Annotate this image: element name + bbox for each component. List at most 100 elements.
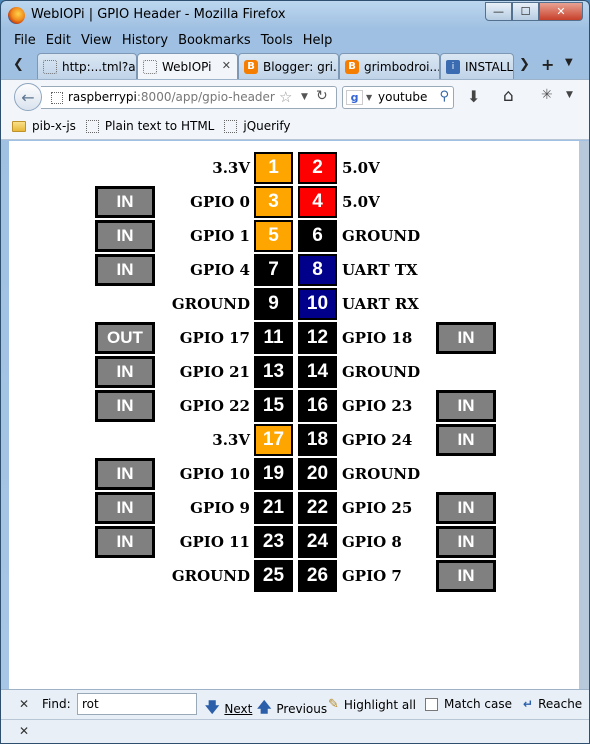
header-pin[interactable]: 13 — [254, 356, 293, 388]
header-pin[interactable]: 21 — [254, 492, 293, 524]
pin-label-right: UART RX — [342, 295, 419, 313]
window-title: WebIOPi | GPIO Header - Mozilla Firefox — [31, 7, 286, 22]
menu-help[interactable]: Help — [298, 31, 338, 50]
tab-1[interactable]: http:...tml?a — [37, 53, 137, 79]
header-pin[interactable]: 4 — [298, 186, 337, 218]
url-text[interactable]: raspberrypi:8000/app/gpio-header — [68, 90, 275, 104]
tab-label: http:...tml?a — [62, 59, 136, 74]
pin-label-right: GROUND — [342, 227, 421, 245]
menu-file[interactable]: File — [9, 31, 41, 50]
header-pin[interactable]: 22 — [298, 492, 337, 524]
header-pin[interactable]: 24 — [298, 526, 337, 558]
highlight-all-button[interactable]: ✎ Highlight all — [328, 697, 416, 712]
highlight-all-label: Highlight all — [343, 697, 416, 712]
bookmark-plain-text-to-html[interactable]: Plain text to HTML — [85, 119, 214, 133]
header-pin[interactable]: 14 — [298, 356, 337, 388]
tab-scroll-right-icon[interactable]: ❯ — [519, 57, 530, 72]
header-pin[interactable]: 15 — [254, 390, 293, 422]
tab-close-icon[interactable]: ✕ — [222, 59, 231, 72]
gpio-function-button-right[interactable]: IN — [436, 424, 496, 456]
download-icon[interactable]: ⬇ — [467, 87, 480, 106]
wrap-icon: ↵ — [523, 697, 534, 711]
extension-icon[interactable]: ✳ — [541, 87, 553, 103]
gpio-function-button-right[interactable]: IN — [436, 492, 496, 524]
pin-label-right: UART TX — [342, 261, 418, 279]
header-pin[interactable]: 19 — [254, 458, 293, 490]
header-pin[interactable]: 3 — [254, 186, 293, 218]
url-bar[interactable]: raspberrypi:8000/app/gpio-header ☆ ▼ ↻ — [41, 86, 337, 109]
gpio-function-button-right[interactable]: IN — [436, 390, 496, 422]
reload-icon[interactable]: ↻ — [316, 88, 328, 104]
pin-label-right: GROUND — [342, 465, 421, 483]
header-pin[interactable]: 2 — [298, 152, 337, 184]
find-status: ↵ Reache — [523, 697, 582, 711]
maximize-button[interactable]: ☐ — [512, 2, 539, 21]
minimize-button[interactable]: — — [485, 2, 512, 21]
menu-edit[interactable]: Edit — [41, 31, 76, 50]
window-edge — [579, 141, 589, 689]
close-window-button[interactable]: ✕ — [539, 2, 583, 21]
header-pin[interactable]: 6 — [298, 220, 337, 252]
header-pin[interactable]: 12 — [298, 322, 337, 354]
search-box[interactable]: g ▼ youtube r ⚲ — [342, 86, 454, 109]
header-pin[interactable]: 11 — [254, 322, 293, 354]
menu-history[interactable]: History — [117, 31, 173, 50]
tab-label: INSTALL - ... — [465, 59, 514, 74]
url-path: :8000/app/gpio-header — [136, 90, 275, 104]
search-input[interactable]: youtube r — [378, 90, 430, 104]
find-input[interactable] — [77, 693, 197, 715]
firefox-logo-icon — [8, 7, 25, 24]
menu-view[interactable]: View — [76, 31, 117, 50]
tab-scroll-left-icon[interactable]: ❮ — [13, 57, 24, 72]
header-pin[interactable]: 20 — [298, 458, 337, 490]
pin-label-right: 5.0V — [342, 159, 380, 177]
menu-tools[interactable]: Tools — [256, 31, 298, 50]
close-addon-bar-icon[interactable]: ✕ — [19, 724, 29, 738]
home-icon[interactable]: ⌂ — [503, 86, 514, 106]
search-magnifier-icon[interactable]: ⚲ — [439, 89, 449, 104]
header-pin[interactable]: 9 — [254, 288, 293, 320]
header-pin[interactable]: 7 — [254, 254, 293, 286]
tab-3[interactable]: B Blogger: gri... — [238, 53, 339, 79]
header-pin[interactable]: 1 — [254, 152, 293, 184]
google-icon[interactable]: g — [346, 90, 363, 105]
header-pin[interactable]: 10 — [298, 288, 337, 320]
bookmark-pib-x-js[interactable]: pib-x-js — [12, 119, 76, 133]
pin-label-left: GPIO 17 — [179, 329, 250, 347]
tab-strip: ❮ http:...tml?a WebIOPi ✕ B Blogger: gri… — [9, 53, 583, 80]
tab-2-active[interactable]: WebIOPi ✕ — [137, 53, 238, 80]
header-pin[interactable]: 23 — [254, 526, 293, 558]
menu-bookmarks[interactable]: Bookmarks — [173, 31, 256, 50]
pin-label-left: GROUND — [171, 567, 250, 585]
new-tab-icon[interactable]: + — [541, 55, 554, 74]
search-engine-dropdown-icon[interactable]: ▼ — [366, 93, 372, 102]
header-pin[interactable]: 8 — [298, 254, 337, 286]
header-pin[interactable]: 26 — [298, 560, 337, 592]
header-pin[interactable]: 25 — [254, 560, 293, 592]
nav-menu-dropdown-icon[interactable]: ▼ — [566, 90, 573, 100]
match-case-checkbox[interactable]: Match case — [425, 697, 512, 711]
header-pin[interactable]: 17 — [254, 424, 293, 456]
blogger-icon: B — [345, 59, 359, 74]
gpio-function-button-right[interactable]: IN — [436, 322, 496, 354]
blogger-icon: B — [244, 59, 258, 74]
bookmark-jquerify[interactable]: jQuerify — [224, 119, 291, 133]
arrow-up-icon: 🡅 — [257, 700, 272, 716]
header-pin[interactable]: 18 — [298, 424, 337, 456]
tab-list-icon[interactable]: ▼ — [565, 57, 573, 68]
gpio-function-button-right[interactable]: IN — [436, 526, 496, 558]
pin-label-left: GPIO 9 — [190, 499, 250, 517]
title-bar: WebIOPi | GPIO Header - Mozilla Firefox … — [1, 1, 589, 29]
gpio-function-button-right[interactable]: IN — [436, 560, 496, 592]
header-pin[interactable]: 5 — [254, 220, 293, 252]
back-button[interactable]: ← — [14, 83, 42, 111]
history-dropdown-icon[interactable]: ▼ — [301, 92, 308, 102]
tab-4[interactable]: B grimbodroi... — [339, 53, 440, 79]
bookmark-star-icon[interactable]: ☆ — [279, 88, 292, 106]
find-previous-button[interactable]: 🡅 Previous — [257, 697, 327, 721]
close-find-bar-icon[interactable]: ✕ — [19, 697, 29, 711]
tab-5[interactable]: i INSTALL - ... — [440, 53, 514, 79]
find-next-button[interactable]: 🡇 Next — [205, 697, 252, 721]
header-pin[interactable]: 16 — [298, 390, 337, 422]
browser-window: WebIOPi | GPIO Header - Mozilla Firefox … — [0, 0, 590, 744]
